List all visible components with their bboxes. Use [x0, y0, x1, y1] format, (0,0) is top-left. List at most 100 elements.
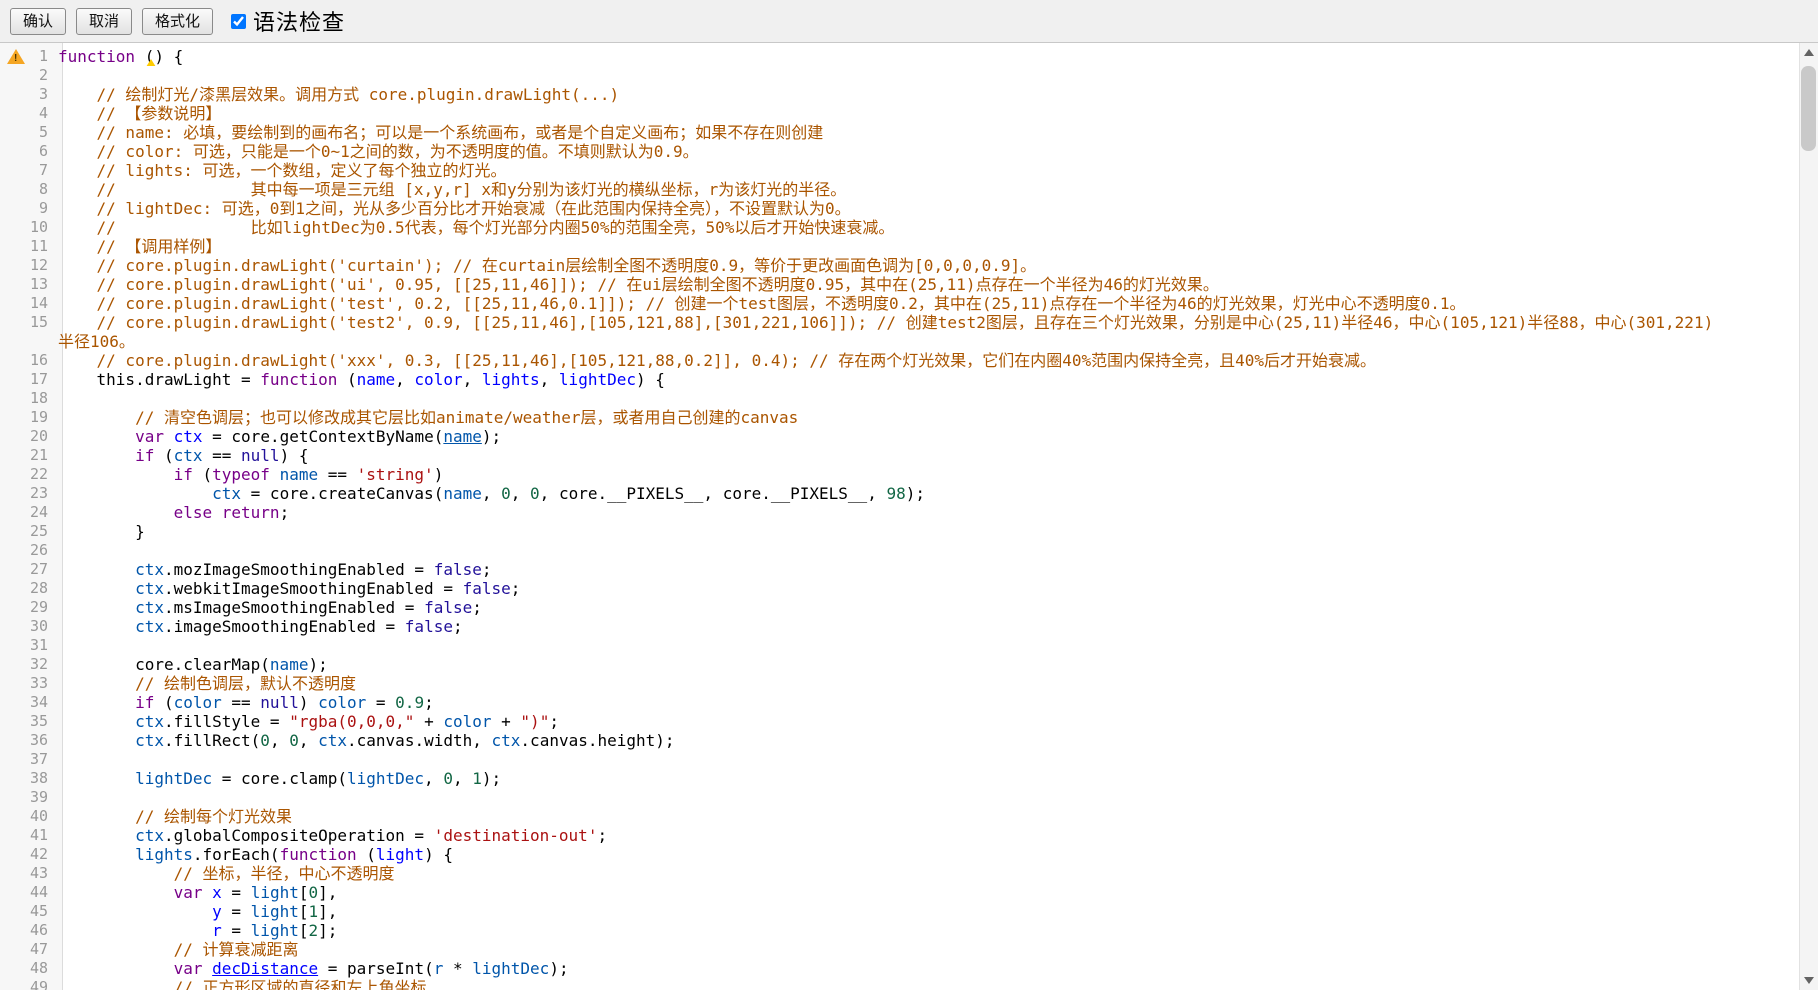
code-text[interactable]: var decDistance = parseInt(r * lightDec)…: [58, 959, 1800, 978]
code-text[interactable]: // core.plugin.drawLight('test', 0.2, [[…: [58, 294, 1800, 313]
code-text[interactable]: ctx.msImageSmoothingEnabled = false;: [58, 598, 1800, 617]
code-text[interactable]: ctx.fillRect(0, 0, ctx.canvas.width, ctx…: [58, 731, 1800, 750]
code-line: 35 ctx.fillStyle = "rgba(0,0,0," + color…: [0, 712, 1800, 731]
code-text[interactable]: r = light[2];: [58, 921, 1800, 940]
code-text[interactable]: // color: 可选，只能是一个0~1之间的数，为不透明度的值。不填则默认为…: [58, 142, 1800, 161]
line-number: 8: [0, 180, 58, 199]
code-text[interactable]: lights.forEach(function (light) {: [58, 845, 1800, 864]
code-text[interactable]: // lightDec: 可选，0到1之间，光从多少百分比才开始衰减（在此范围内…: [58, 199, 1800, 218]
code-text[interactable]: // core.plugin.drawLight('curtain'); // …: [58, 256, 1800, 275]
line-number: 22: [0, 465, 58, 484]
code-line: 49 // 正方形区域的直径和左上角坐标: [0, 978, 1800, 990]
line-number: 43: [0, 864, 58, 883]
code-text[interactable]: ctx = core.createCanvas(name, 0, 0, core…: [58, 484, 1800, 503]
line-number: 46: [0, 921, 58, 940]
code-text[interactable]: // 比如lightDec为0.5代表，每个灯光部分内圈50%的范围全亮，50%…: [58, 218, 1800, 237]
code-line: 13 // core.plugin.drawLight('ui', 0.95, …: [0, 275, 1800, 294]
code-text[interactable]: if (ctx == null) {: [58, 446, 1800, 465]
code-text[interactable]: 半径106。: [58, 332, 1800, 351]
code-text[interactable]: y = light[1],: [58, 902, 1800, 921]
code-text[interactable]: lightDec = core.clamp(lightDec, 0, 1);: [58, 769, 1800, 788]
scrollbar-thumb[interactable]: [1801, 66, 1816, 151]
code-line: 24 else return;: [0, 503, 1800, 522]
code-text[interactable]: [58, 66, 1800, 85]
cancel-button[interactable]: 取消: [76, 8, 132, 35]
scroll-up-button[interactable]: [1800, 43, 1818, 62]
line-number: 44: [0, 883, 58, 902]
confirm-button[interactable]: 确认: [10, 8, 66, 35]
code-line: 28 ctx.webkitImageSmoothingEnabled = fal…: [0, 579, 1800, 598]
code-line: 10 // 比如lightDec为0.5代表，每个灯光部分内圈50%的范围全亮，…: [0, 218, 1800, 237]
code-text[interactable]: var x = light[0],: [58, 883, 1800, 902]
code-line: 45 y = light[1],: [0, 902, 1800, 921]
code-text[interactable]: ctx.globalCompositeOperation = 'destinat…: [58, 826, 1800, 845]
code-text[interactable]: [58, 750, 1800, 769]
code-text[interactable]: // 绘制色调层，默认不透明度: [58, 674, 1800, 693]
code-text[interactable]: // 清空色调层；也可以修改成其它层比如animate/weather层，或者用…: [58, 408, 1800, 427]
code-text[interactable]: ctx.imageSmoothingEnabled = false;: [58, 617, 1800, 636]
code-text[interactable]: ctx.webkitImageSmoothingEnabled = false;: [58, 579, 1800, 598]
code-text[interactable]: else return;: [58, 503, 1800, 522]
line-number: 31: [0, 636, 58, 655]
code-line: 31: [0, 636, 1800, 655]
code-text[interactable]: var ctx = core.getContextByName(name);: [58, 427, 1800, 446]
syntax-check-label: 语法检查: [253, 5, 345, 37]
code-text[interactable]: [58, 389, 1800, 408]
code-text[interactable]: // 【调用样例】: [58, 237, 1800, 256]
line-number: 12: [0, 256, 58, 275]
syntax-check-group: 语法检查: [231, 5, 345, 37]
code-text[interactable]: // core.plugin.drawLight('xxx', 0.3, [[2…: [58, 351, 1800, 370]
line-number: 40: [0, 807, 58, 826]
line-number: [0, 332, 58, 351]
line-number: 34: [0, 693, 58, 712]
line-number: 25: [0, 522, 58, 541]
line-number: 35: [0, 712, 58, 731]
code-text[interactable]: // core.plugin.drawLight('ui', 0.95, [[2…: [58, 275, 1800, 294]
code-text[interactable]: core.clearMap(name);: [58, 655, 1800, 674]
code-text[interactable]: // core.plugin.drawLight('test2', 0.9, […: [58, 313, 1800, 332]
line-number: 39: [0, 788, 58, 807]
line-number: 5: [0, 123, 58, 142]
code-line: 16 // core.plugin.drawLight('xxx', 0.3, …: [0, 351, 1800, 370]
syntax-check-checkbox[interactable]: [231, 14, 246, 29]
code-line: 21 if (ctx == null) {: [0, 446, 1800, 465]
code-text[interactable]: [58, 636, 1800, 655]
code-line: 36 ctx.fillRect(0, 0, ctx.canvas.width, …: [0, 731, 1800, 750]
code-line: 17 this.drawLight = function (name, colo…: [0, 370, 1800, 389]
code-text[interactable]: // 绘制每个灯光效果: [58, 807, 1800, 826]
code-text[interactable]: // 坐标，半径，中心不透明度: [58, 864, 1800, 883]
code-line: 2: [0, 66, 1800, 85]
code-text[interactable]: }: [58, 522, 1800, 541]
code-lines: 1function () {23 // 绘制灯光/漆黑层效果。调用方式 core…: [0, 43, 1800, 990]
line-number: 27: [0, 560, 58, 579]
code-text[interactable]: [58, 788, 1800, 807]
code-text[interactable]: // name: 必填，要绘制到的画布名；可以是一个系统画布，或者是个自定义画布…: [58, 123, 1800, 142]
code-text[interactable]: if (color == null) color = 0.9;: [58, 693, 1800, 712]
code-text[interactable]: if (typeof name == 'string'): [58, 465, 1800, 484]
format-button[interactable]: 格式化: [142, 8, 213, 35]
code-text[interactable]: ctx.mozImageSmoothingEnabled = false;: [58, 560, 1800, 579]
code-line: 34 if (color == null) color = 0.9;: [0, 693, 1800, 712]
code-text[interactable]: this.drawLight = function (name, color, …: [58, 370, 1800, 389]
scroll-down-icon: [1804, 977, 1814, 984]
code-line: 7 // lights: 可选，一个数组，定义了每个独立的灯光。: [0, 161, 1800, 180]
code-text[interactable]: function () {: [58, 47, 1800, 66]
code-text[interactable]: // lights: 可选，一个数组，定义了每个独立的灯光。: [58, 161, 1800, 180]
code-text[interactable]: // 其中每一项是三元组 [x,y,r] x和y分别为该灯光的横纵坐标，r为该灯…: [58, 180, 1800, 199]
code-line: 38 lightDec = core.clamp(lightDec, 0, 1)…: [0, 769, 1800, 788]
code-text[interactable]: // 绘制灯光/漆黑层效果。调用方式 core.plugin.drawLight…: [58, 85, 1800, 104]
scroll-up-icon: [1804, 49, 1814, 56]
code-text[interactable]: [58, 541, 1800, 560]
line-number: 33: [0, 674, 58, 693]
code-editor[interactable]: ! 1function () {23 // 绘制灯光/漆黑层效果。调用方式 co…: [0, 42, 1818, 990]
line-number: 38: [0, 769, 58, 788]
code-text[interactable]: // 计算衰减距离: [58, 940, 1800, 959]
code-text[interactable]: // 正方形区域的直径和左上角坐标: [58, 978, 1800, 990]
line-number: 10: [0, 218, 58, 237]
code-text[interactable]: ctx.fillStyle = "rgba(0,0,0," + color + …: [58, 712, 1800, 731]
vertical-scrollbar[interactable]: [1799, 43, 1818, 990]
line-number: 41: [0, 826, 58, 845]
code-line: 29 ctx.msImageSmoothingEnabled = false;: [0, 598, 1800, 617]
code-text[interactable]: // 【参数说明】: [58, 104, 1800, 123]
scroll-down-button[interactable]: [1800, 971, 1818, 990]
